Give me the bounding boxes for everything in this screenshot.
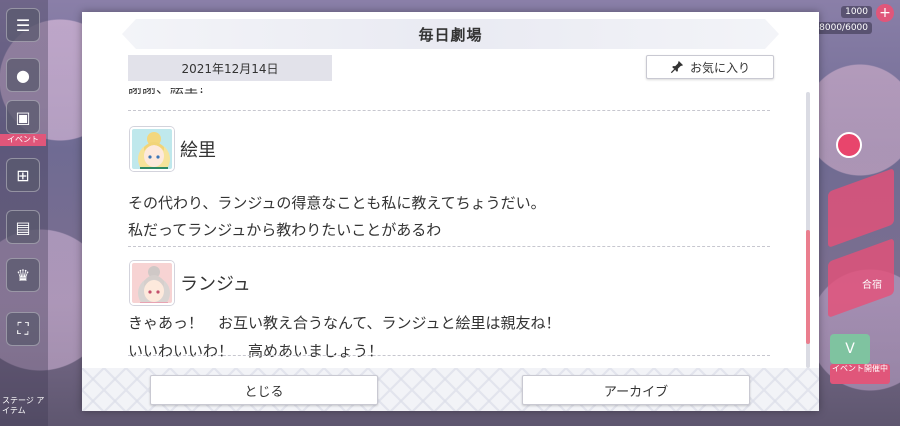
camp-card[interactable] [828,237,894,319]
trophy-icon: ♛ [15,265,31,285]
favorite-button[interactable]: お気に入り [646,55,774,79]
daily-theater-modal: 毎日劇場 2021年12月14日 お気に入り 謝謝、絵里！ 絵里 その代わり、ラ… [82,12,819,411]
dialogue-scroll-area[interactable]: 謝謝、絵里！ 絵里 その代わり、ランジュの得意なことも私に教えてちょうだい。 私… [122,88,770,362]
stat-top: 1000 [841,6,872,18]
present-button[interactable]: ⊞ [6,158,40,192]
ranking-button[interactable]: ♛ [6,258,40,292]
event-card-badge: イベント開催中 [830,364,890,384]
side-label: ステージ アイテム [2,396,45,415]
separator [128,355,770,356]
speaker-name-eli: 絵里 [180,140,216,161]
avatar-eli [130,127,174,171]
news-icon: ▤ [15,217,31,237]
event-badge: イベント [0,134,46,146]
speaker-name-lanzhu: ランジュ [180,274,251,295]
dialogue-line: 私だってランジュから教わりたいことがあるわ [128,221,442,239]
truncated-dialogue-line: 謝謝、絵里！ [128,88,212,97]
chat-button[interactable]: ● [6,58,40,92]
camp-card-label: 合宿 [862,280,882,291]
lesson-card[interactable] [828,167,894,249]
close-button[interactable]: とじる [150,375,378,405]
scrollbar[interactable] [806,92,810,368]
add-currency-button[interactable]: + [876,4,894,22]
separator [128,246,770,247]
dialogue-line: その代わり、ランジュの得意なことも私に教えてちょうだい。 [128,194,546,212]
news-button[interactable]: ▤ [6,210,40,244]
shop-button[interactable]: ▣ [6,100,40,134]
left-menu-rail: ☰ ● ▣ イベント ⊞ ▤ ♛ ⛶ ステージ アイテム [0,0,48,426]
archive-button[interactable]: アーカイブ [522,375,750,405]
dialogue-line: きゃあっ！ お互い教え合うなんて、ランジュと絵里は親友ね！ [128,314,561,332]
speaker-eli: 絵里 [130,127,216,171]
stat-second: 8000/6000 [815,22,872,34]
gift-icon: ⊞ [16,165,30,185]
modal-title-bar: 毎日劇場 [122,19,779,49]
shop-icon: ▣ [15,107,31,127]
story-card[interactable]: V [830,334,870,364]
menu-icon: ☰ [15,15,31,35]
date-label: 2021年12月14日 [128,55,332,81]
avatar-lanzhu [130,261,174,305]
speaker-lanzhu: ランジュ [130,261,251,305]
favorite-label: お気に入り [689,60,750,75]
modal-title: 毎日劇場 [418,25,483,44]
pin-icon [670,60,684,74]
fullscreen-button[interactable]: ⛶ [6,312,40,346]
chat-icon: ● [16,65,30,85]
scrollbar-thumb[interactable] [806,230,810,344]
menu-button[interactable]: ☰ [6,8,40,42]
expand-icon: ⛶ [17,319,29,338]
separator [128,110,770,111]
map-marker-icon [836,132,862,158]
right-menu-rail: 1000 8000/6000 + 合宿 V イベント開催中 [815,0,900,426]
dialogue-line: いいわいいわ！ 高めあいましょう！ [128,342,384,360]
